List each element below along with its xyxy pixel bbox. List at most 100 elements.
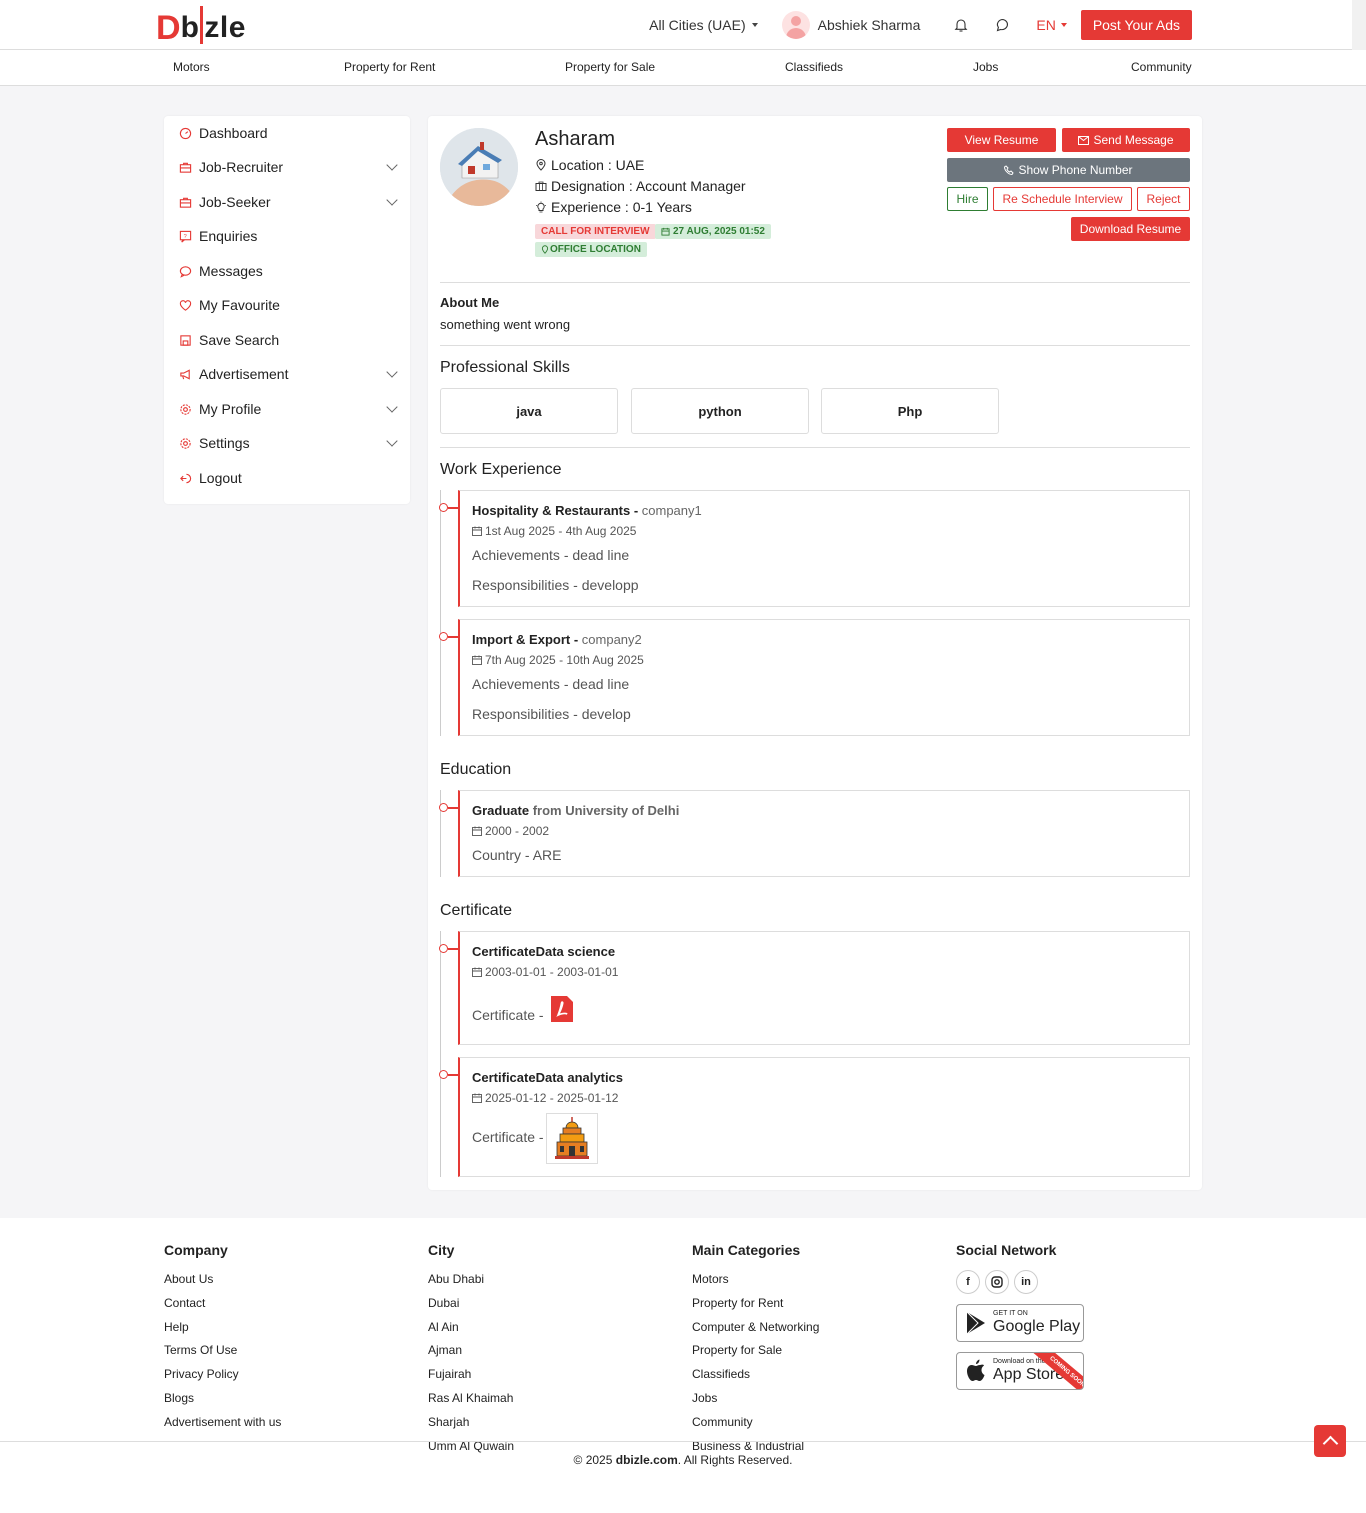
footer-link-help[interactable]: Help bbox=[164, 1320, 281, 1344]
sidebar-item-advertisement[interactable]: Advertisement bbox=[178, 364, 398, 384]
footer-link-city[interactable]: Dubai bbox=[428, 1296, 514, 1320]
timeline-connector bbox=[448, 807, 460, 809]
nav-community[interactable]: Community bbox=[1131, 60, 1192, 74]
timeline-dot bbox=[439, 503, 448, 512]
avatar bbox=[781, 11, 810, 39]
skills-title: Professional Skills bbox=[440, 359, 570, 376]
chat-icon[interactable] bbox=[994, 16, 1012, 34]
google-play-badge[interactable]: GET IT ON Google Play bbox=[956, 1304, 1084, 1342]
work-role-text: Import & Export - bbox=[472, 632, 582, 647]
nav-classifieds[interactable]: Classifieds bbox=[785, 60, 843, 74]
footer-link-category[interactable]: Jobs bbox=[692, 1391, 819, 1415]
google-play-small: GET IT ON bbox=[993, 1310, 1028, 1317]
sidebar-item-label: Messages bbox=[199, 263, 263, 279]
sidebar-item-label: Advertisement bbox=[199, 366, 289, 382]
calendar-icon bbox=[472, 526, 482, 536]
sidebar-item-label: My Favourite bbox=[199, 297, 280, 313]
svg-text:?: ? bbox=[183, 233, 186, 239]
calendar-icon bbox=[661, 227, 670, 236]
footer-link-contact[interactable]: Contact bbox=[164, 1296, 281, 1320]
sidebar-item-save-search[interactable]: Save Search bbox=[178, 330, 396, 350]
instagram-icon[interactable] bbox=[985, 1270, 1009, 1294]
nav-property-for-rent[interactable]: Property for Rent bbox=[344, 60, 435, 74]
sidebar-item-logout[interactable]: Logout bbox=[178, 468, 396, 488]
calendar-icon bbox=[472, 826, 482, 836]
footer-link-category[interactable]: Classifieds bbox=[692, 1367, 819, 1391]
chevron-down-icon bbox=[386, 401, 398, 413]
sidebar-item-job-recruiter[interactable]: Job-Recruiter bbox=[178, 157, 398, 177]
education-country: Country - ARE bbox=[472, 847, 562, 863]
send-message-button[interactable]: Send Message bbox=[1062, 128, 1190, 152]
user-name: Abshiek Sharma bbox=[817, 17, 921, 33]
download-resume-button[interactable]: Download Resume bbox=[1071, 217, 1190, 241]
sidebar-item-messages[interactable]: Messages bbox=[178, 261, 396, 281]
briefcase-icon bbox=[178, 195, 192, 209]
sidebar-item-enquiries[interactable]: ? Enquiries bbox=[178, 226, 396, 246]
footer-link-city[interactable]: Fujairah bbox=[428, 1367, 514, 1391]
sidebar: Dashboard Job-Recruiter Job-Seeker ? Enq… bbox=[164, 116, 410, 504]
language-label: EN bbox=[1036, 17, 1056, 33]
pdf-icon[interactable] bbox=[550, 996, 574, 1022]
reschedule-interview-button[interactable]: Re Schedule Interview bbox=[993, 187, 1132, 211]
hire-button[interactable]: Hire bbox=[947, 187, 988, 211]
footer-link-category[interactable]: Property for Rent bbox=[692, 1296, 819, 1320]
footer-link-city[interactable]: Ras Al Khaimah bbox=[428, 1391, 514, 1415]
category-nav: Motors Property for Rent Property for Sa… bbox=[0, 50, 1366, 86]
timeline-connector bbox=[448, 1074, 460, 1076]
app-store-badge[interactable]: Download on the App Store COMING SOON bbox=[956, 1352, 1084, 1390]
work-experience-title: Work Experience bbox=[440, 461, 562, 478]
footer-link-category[interactable]: Community bbox=[692, 1415, 819, 1439]
bell-icon[interactable] bbox=[952, 16, 970, 34]
show-phone-button[interactable]: Show Phone Number bbox=[947, 158, 1190, 182]
footer-link-city[interactable]: Abu Dhabi bbox=[428, 1272, 514, 1296]
work-dates-text: 7th Aug 2025 - 10th Aug 2025 bbox=[485, 653, 644, 667]
sidebar-item-dashboard[interactable]: Dashboard bbox=[178, 123, 396, 143]
sidebar-item-my-profile[interactable]: My Profile bbox=[178, 399, 398, 419]
enquiry-icon: ? bbox=[178, 229, 192, 243]
experience-text: Experience : 0-1 Years bbox=[551, 199, 692, 215]
certificate-item: CertificateData analytics 2025-01-12 - 2… bbox=[439, 1057, 1190, 1177]
google-play-big: Google Play bbox=[993, 1318, 1081, 1335]
scroll-to-top-button[interactable] bbox=[1314, 1425, 1346, 1457]
copyright-site[interactable]: dbizle.com bbox=[616, 1453, 678, 1467]
footer: Company About Us Contact Help Terms Of U… bbox=[0, 1218, 1366, 1477]
message-icon bbox=[178, 264, 192, 278]
footer-link-blogs[interactable]: Blogs bbox=[164, 1391, 281, 1415]
nav-motors[interactable]: Motors bbox=[173, 60, 210, 74]
footer-link-category[interactable]: Property for Sale bbox=[692, 1343, 819, 1367]
sidebar-item-job-seeker[interactable]: Job-Seeker bbox=[178, 192, 398, 212]
city-label: All Cities (UAE) bbox=[649, 17, 746, 33]
facebook-icon[interactable]: f bbox=[956, 1270, 980, 1294]
nav-jobs[interactable]: Jobs bbox=[973, 60, 998, 74]
post-ads-button[interactable]: Post Your Ads bbox=[1080, 10, 1192, 40]
certificate-thumbnail[interactable] bbox=[546, 1113, 598, 1164]
footer-link-about-us[interactable]: About Us bbox=[164, 1272, 281, 1296]
scrollbar-track[interactable] bbox=[1352, 0, 1366, 50]
briefcase-icon bbox=[535, 181, 547, 191]
reject-button[interactable]: Reject bbox=[1137, 187, 1190, 211]
linkedin-icon[interactable]: in bbox=[1014, 1270, 1038, 1294]
language-selector[interactable]: EN bbox=[1036, 17, 1067, 33]
education-degree: Graduate from University of Delhi bbox=[472, 803, 679, 818]
footer-link-city[interactable]: Sharjah bbox=[428, 1415, 514, 1439]
footer-link-city[interactable]: Al Ain bbox=[428, 1320, 514, 1344]
footer-company-column: Company About Us Contact Help Terms Of U… bbox=[164, 1242, 281, 1439]
gear-icon bbox=[178, 402, 192, 416]
city-selector[interactable]: All Cities (UAE) bbox=[649, 17, 758, 33]
footer-link-advertisement[interactable]: Advertisement with us bbox=[164, 1415, 281, 1439]
nav-property-for-sale[interactable]: Property for Sale bbox=[565, 60, 655, 74]
user-menu[interactable]: Abshiek Sharma bbox=[781, 11, 921, 39]
work-role: Import & Export - company2 bbox=[472, 632, 642, 647]
footer-link-terms[interactable]: Terms Of Use bbox=[164, 1343, 281, 1367]
dbizle-logo[interactable]: D b zle bbox=[156, 6, 246, 45]
footer-link-category[interactable]: Motors bbox=[692, 1272, 819, 1296]
sidebar-item-my-favourite[interactable]: My Favourite bbox=[178, 295, 396, 315]
sidebar-item-settings[interactable]: Settings bbox=[178, 433, 398, 453]
footer-link-privacy[interactable]: Privacy Policy bbox=[164, 1367, 281, 1391]
office-location-text: OFFICE LOCATION bbox=[550, 244, 641, 255]
megaphone-icon bbox=[178, 367, 192, 381]
view-resume-button[interactable]: View Resume bbox=[947, 128, 1056, 152]
footer-link-city[interactable]: Ajman bbox=[428, 1343, 514, 1367]
footer-link-category[interactable]: Computer & Networking bbox=[692, 1320, 819, 1344]
dashboard-icon bbox=[178, 126, 192, 140]
